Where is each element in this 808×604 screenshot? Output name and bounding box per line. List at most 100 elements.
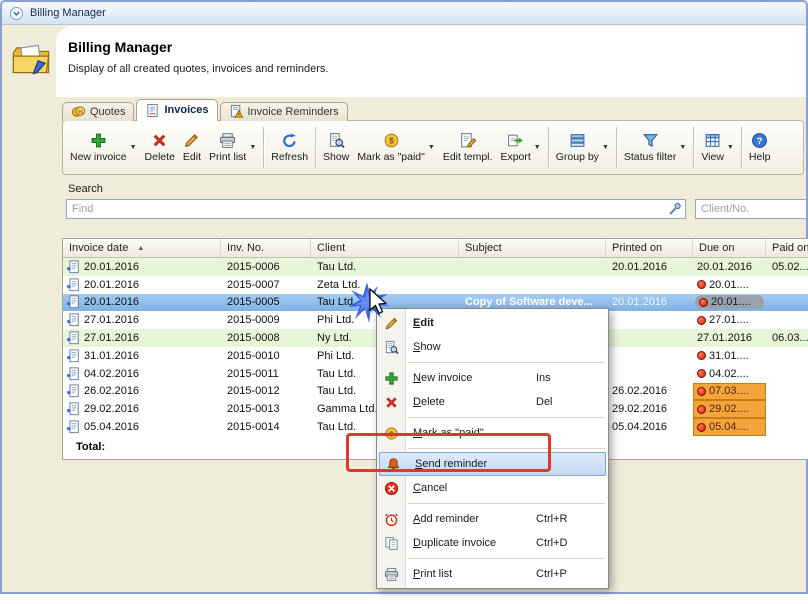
find-field-wrap bbox=[66, 199, 686, 219]
invoice-document-icon bbox=[66, 278, 80, 292]
toolbar-button-status-filter[interactable]: Status filter▼ bbox=[620, 124, 690, 172]
column-header-subject[interactable]: Subject bbox=[459, 239, 606, 257]
column-header-client[interactable]: Client bbox=[311, 239, 459, 257]
paid-icon: $ bbox=[383, 132, 400, 149]
paid-on-cell bbox=[766, 294, 808, 312]
search-row bbox=[66, 199, 807, 219]
dropdown-arrow-icon[interactable]: ▼ bbox=[428, 144, 435, 151]
menu-item-print-list[interactable]: Print listCtrl+P bbox=[377, 562, 608, 586]
due-on-cell: 05.04.... bbox=[693, 418, 766, 436]
toolbar-button-content: Status filter bbox=[624, 132, 677, 163]
printed-on-cell bbox=[606, 311, 693, 329]
client: Phi Ltd. bbox=[317, 350, 354, 362]
menu-item-add-reminder[interactable]: Add reminderCtrl+R bbox=[377, 507, 608, 531]
collapse-chevron-icon[interactable] bbox=[9, 6, 24, 21]
overdue-dot-icon bbox=[697, 316, 706, 325]
toolbar-button-show[interactable]: Show bbox=[319, 124, 353, 172]
toolbar-button-refresh[interactable]: Refresh bbox=[267, 124, 312, 172]
paid-on-cell bbox=[766, 276, 808, 294]
paid-on: 06.03... bbox=[772, 332, 808, 344]
menu-item-send-reminder[interactable]: Send reminder bbox=[379, 452, 606, 476]
menu-item-show[interactable]: Show bbox=[377, 335, 608, 359]
window-title: Billing Manager bbox=[30, 7, 106, 19]
client-cell: Tau Ltd. bbox=[311, 258, 459, 276]
tab-quotes[interactable]: %Quotes bbox=[62, 102, 134, 121]
column-header-due-on[interactable]: Due on bbox=[693, 239, 766, 257]
page-subtitle: Display of all created quotes, invoices … bbox=[68, 63, 806, 75]
column-header-invoice-date[interactable]: Invoice date▲ bbox=[63, 239, 221, 257]
toolbar-button-edit-templ[interactable]: Edit templ. bbox=[439, 124, 497, 172]
table-row[interactable]: 20.01.20162015-0007Zeta Ltd.20.01.... bbox=[63, 276, 808, 294]
paid-on-cell: 06.03... bbox=[766, 329, 808, 347]
due-on: 05.04.... bbox=[709, 421, 749, 433]
menu-shortcut: Del bbox=[536, 396, 602, 408]
search-options-icon[interactable] bbox=[668, 202, 682, 216]
dropdown-arrow-icon[interactable]: ▼ bbox=[727, 144, 734, 151]
search-input[interactable] bbox=[66, 199, 686, 219]
tab-label: Invoices bbox=[164, 104, 208, 116]
paid-on-cell bbox=[766, 347, 808, 365]
printed-on: 20.01.2016 bbox=[612, 261, 667, 273]
tab-invoice-reminders[interactable]: Invoice Reminders bbox=[220, 102, 348, 121]
overdue-dot-icon bbox=[697, 369, 706, 378]
toolbar-button-label: Mark as "paid" bbox=[357, 151, 425, 163]
menu-item-delete[interactable]: DeleteDel bbox=[377, 390, 608, 414]
tab-label: Invoice Reminders bbox=[248, 106, 339, 118]
table-row[interactable]: 20.01.20162015-0006Tau Ltd.20.01.201620.… bbox=[63, 258, 808, 276]
column-header-printed-on[interactable]: Printed on bbox=[606, 239, 693, 257]
toolbar-button-label: Delete bbox=[145, 151, 175, 163]
filter-icon bbox=[642, 132, 659, 149]
menu-item-new-invoice[interactable]: New invoiceIns bbox=[377, 366, 608, 390]
overdue-dot-icon bbox=[699, 298, 708, 307]
menu-item-edit[interactable]: Edit bbox=[377, 311, 608, 335]
menu-item-duplicate-invoice[interactable]: Duplicate invoice Ctrl+D bbox=[377, 531, 608, 555]
client-cell: Zeta Ltd. bbox=[311, 276, 459, 294]
client: Tau Ltd. bbox=[317, 261, 356, 273]
invoice-date: 27.01.2016 bbox=[84, 332, 139, 344]
printed-on-cell bbox=[606, 329, 693, 347]
dropdown-arrow-icon[interactable]: ▼ bbox=[130, 144, 137, 151]
toolbar-button-content: Edit bbox=[183, 132, 201, 163]
column-header-paid-on[interactable]: Paid on bbox=[766, 239, 808, 257]
column-header-inv-no[interactable]: Inv. No. bbox=[221, 239, 311, 257]
inv-no-cell: 2015-0005 bbox=[221, 294, 311, 312]
toolbar-button-delete[interactable]: Delete bbox=[141, 124, 179, 172]
printed-on-cell bbox=[606, 347, 693, 365]
printed-on: 05.04.2016 bbox=[612, 421, 667, 433]
invoice-document-icon bbox=[66, 384, 80, 398]
invoice-date: 20.01.2016 bbox=[84, 296, 139, 308]
toolbar-button-print-list[interactable]: Print list▼ bbox=[205, 124, 260, 172]
menu-item-label: Edit bbox=[413, 317, 434, 329]
toolbar-button-group-by[interactable]: Group by▼ bbox=[552, 124, 613, 172]
toolbar-button-help[interactable]: ?Help bbox=[745, 124, 775, 172]
toolbar-button-export[interactable]: Export▼ bbox=[496, 124, 544, 172]
invoice-date: 27.01.2016 bbox=[84, 314, 139, 326]
toolbar-button-edit[interactable]: Edit bbox=[179, 124, 205, 172]
subject-cell bbox=[459, 276, 606, 294]
dropdown-arrow-icon[interactable]: ▼ bbox=[534, 144, 541, 151]
toolbar-button-mark-as-paid[interactable]: $ Mark as "paid"▼ bbox=[353, 124, 439, 172]
menu-item-label: Duplicate invoice bbox=[413, 537, 496, 549]
menu-shortcut: Ctrl+D bbox=[536, 537, 602, 549]
menu-item-cancel[interactable]: Cancel bbox=[377, 476, 608, 500]
toolbar-button-view[interactable]: View▼ bbox=[697, 124, 738, 172]
dropdown-arrow-icon[interactable]: ▼ bbox=[679, 144, 686, 151]
inv-no: 2015-0006 bbox=[227, 261, 280, 273]
toolbar-button-label: Print list bbox=[209, 151, 246, 163]
overdue-dot-icon bbox=[697, 351, 706, 360]
dropdown-arrow-icon[interactable]: ▼ bbox=[602, 144, 609, 151]
invoice-document-icon bbox=[66, 349, 80, 363]
dropdown-arrow-icon[interactable]: ▼ bbox=[249, 144, 256, 151]
client-filter-input[interactable] bbox=[695, 199, 807, 219]
invoice-date-cell: 04.02.2016 bbox=[63, 365, 221, 383]
toolbar-button-new-invoice[interactable]: New invoice▼ bbox=[66, 124, 141, 172]
toolbar-button-content: Group by bbox=[556, 132, 599, 163]
menu-item-label: Mark as "paid" bbox=[413, 427, 484, 439]
tab-invoices[interactable]: Invoices bbox=[136, 99, 217, 121]
menu-separator bbox=[408, 503, 605, 504]
paid-on-cell: 05.02... bbox=[766, 258, 808, 276]
due-on-cell: 20.01.2016 bbox=[693, 258, 766, 276]
menu-item-mark-as-paid[interactable]: $Mark as "paid" bbox=[377, 421, 608, 445]
printed-on-cell: 05.04.2016 bbox=[606, 418, 693, 436]
inv-no-cell: 2015-0008 bbox=[221, 329, 311, 347]
